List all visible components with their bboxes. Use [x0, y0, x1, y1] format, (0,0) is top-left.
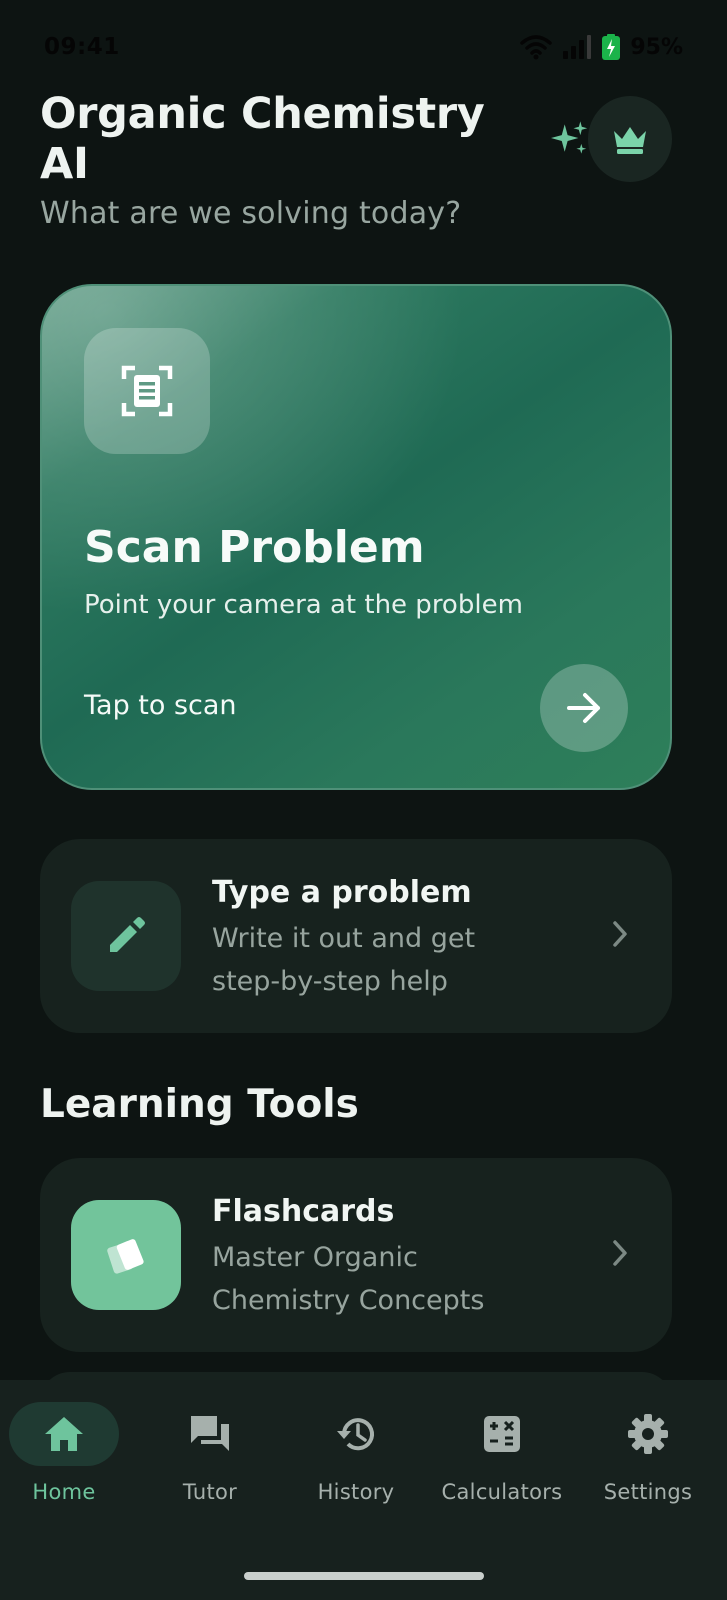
- nav-history[interactable]: History: [286, 1402, 426, 1504]
- learning-tools-heading: Learning Tools: [40, 1082, 359, 1127]
- crown-icon: [613, 127, 646, 154]
- home-indicator: [244, 1572, 484, 1580]
- nav-tutor[interactable]: Tutor: [140, 1402, 280, 1504]
- history-icon: [337, 1418, 374, 1451]
- nav-calculators-icon-wrap: [447, 1402, 557, 1466]
- header: Organic Chemistry AI: [40, 89, 672, 189]
- nav-calculators[interactable]: Calculators: [432, 1402, 572, 1504]
- scan-card-title: Scan Problem: [84, 522, 425, 573]
- status-bar: 09:41 95%: [44, 30, 683, 64]
- chat-icon: [191, 1416, 229, 1451]
- flashcards-text: Flashcards Master Organic Chemistry Conc…: [212, 1192, 592, 1322]
- flashcards-icon: [107, 1239, 144, 1274]
- flashcards-desc-line2: Chemistry Concepts: [212, 1285, 485, 1316]
- type-icon-box: [71, 881, 181, 991]
- nav-home-icon-wrap: [9, 1402, 119, 1466]
- type-problem-desc-line1: Write it out and get: [212, 923, 476, 954]
- status-icons: 95%: [520, 34, 683, 60]
- type-problem-text: Type a problem Write it out and get step…: [212, 873, 592, 1003]
- document-scanner-icon: [121, 365, 173, 417]
- sparkles-icon: [550, 121, 587, 154]
- arrow-right-icon: [567, 693, 600, 723]
- scan-icon-box: [84, 328, 210, 454]
- nav-home-label: Home: [32, 1480, 96, 1504]
- wifi-icon: [520, 35, 553, 60]
- signal-icon: [563, 35, 592, 59]
- bottom-nav: Home Tutor History Calculators Settings: [0, 1380, 727, 1600]
- app-title: Organic Chemistry AI: [40, 89, 485, 189]
- nav-calculators-label: Calculators: [441, 1480, 563, 1504]
- flashcards-card[interactable]: Flashcards Master Organic Chemistry Conc…: [40, 1158, 672, 1352]
- flashcards-desc-line1: Master Organic: [212, 1242, 418, 1273]
- nav-history-icon-wrap: [301, 1402, 411, 1466]
- flashcards-title: Flashcards: [212, 1194, 395, 1229]
- battery-charging-icon: [602, 34, 621, 60]
- nav-home[interactable]: Home: [0, 1402, 134, 1504]
- battery-percent: 95%: [630, 34, 683, 60]
- flashcards-description: Master Organic Chemistry Concepts: [212, 1236, 592, 1322]
- premium-crown-button[interactable]: [587, 96, 672, 182]
- calculator-icon: [484, 1416, 520, 1452]
- chevron-right-icon: [613, 1240, 627, 1266]
- nav-settings[interactable]: Settings: [578, 1402, 718, 1504]
- nav-settings-icon-wrap: [593, 1402, 703, 1466]
- gear-icon: [628, 1414, 668, 1454]
- scan-arrow-button[interactable]: [540, 664, 628, 752]
- title-wrap: Organic Chemistry AI: [40, 89, 588, 189]
- type-problem-desc-line2: step-by-step help: [212, 966, 448, 997]
- nav-tutor-icon-wrap: [155, 1402, 265, 1466]
- status-time: 09:41: [44, 34, 120, 60]
- scan-problem-card[interactable]: Scan Problem Point your camera at the pr…: [40, 284, 672, 790]
- home-icon: [45, 1417, 83, 1451]
- flashcards-icon-box: [71, 1200, 181, 1310]
- scan-card-subtitle: Point your camera at the problem: [84, 590, 523, 620]
- type-problem-title: Type a problem: [212, 875, 472, 910]
- scan-card-cta[interactable]: Tap to scan: [84, 690, 237, 721]
- pencil-icon: [110, 917, 145, 952]
- chevron-right-icon: [613, 921, 627, 947]
- nav-history-label: History: [317, 1480, 395, 1504]
- page-subtitle: What are we solving today?: [40, 196, 462, 231]
- nav-tutor-label: Tutor: [182, 1480, 238, 1504]
- type-problem-card[interactable]: Type a problem Write it out and get step…: [40, 839, 672, 1033]
- type-problem-description: Write it out and get step-by-step help: [212, 917, 592, 1003]
- nav-settings-label: Settings: [603, 1480, 693, 1504]
